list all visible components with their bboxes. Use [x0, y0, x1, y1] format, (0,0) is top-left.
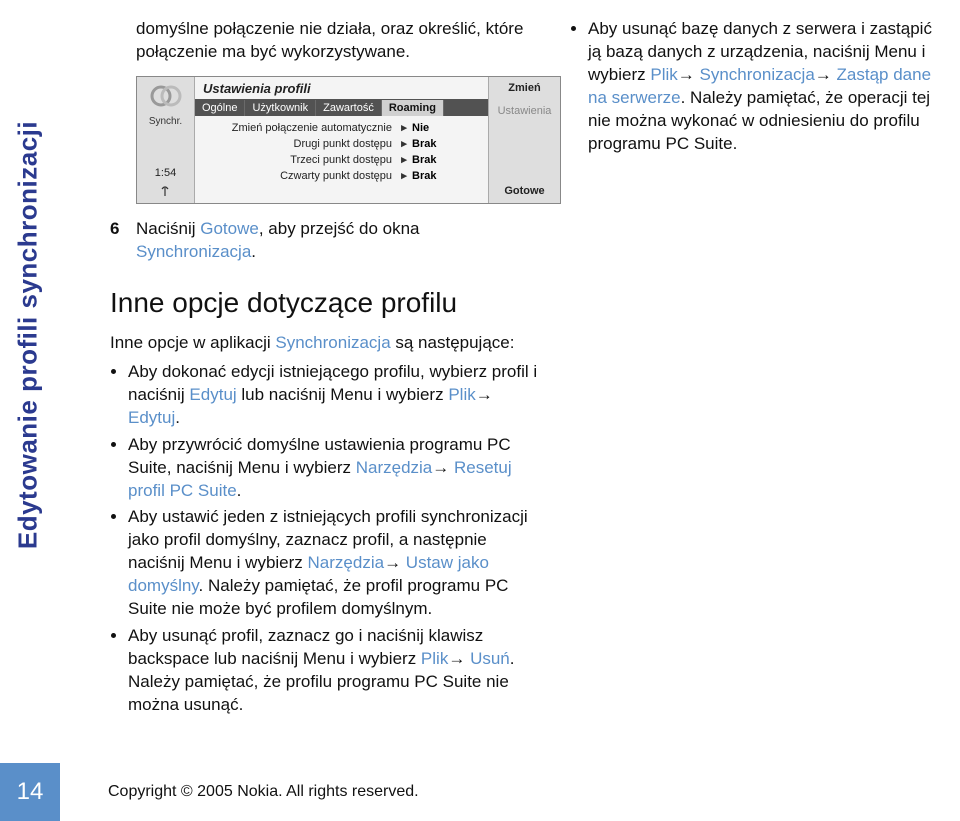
step-6: 6 Naciśnij Gotowe, aby przejść do okna S…	[110, 218, 540, 264]
side-section-title: Edytowanie profili synchronizacji	[8, 10, 48, 660]
ss-left-panel: Synchr. 1:54	[137, 77, 195, 203]
sync-icon	[147, 81, 185, 111]
side-section-title-text: Edytowanie profili synchronizacji	[13, 121, 44, 549]
triangle-right-icon: ▸	[398, 169, 410, 184]
ss-tab-zawartosc[interactable]: Zawartość	[316, 100, 382, 117]
ss-window-title: Ustawienia profili	[195, 77, 488, 100]
ss-tab-roaming[interactable]: Roaming	[382, 100, 444, 117]
ss-clock-text: 1:54	[155, 166, 176, 181]
ss-row: Zmień połączenie automatycznie ▸ Nie	[203, 120, 480, 136]
step-number: 6	[110, 218, 124, 264]
copyright-text: Copyright © 2005 Nokia. All rights reser…	[60, 783, 419, 801]
bullet-list-left: Aby dokonać edycji istniejącego profilu,…	[110, 361, 540, 717]
page-number: 14	[0, 763, 60, 821]
ss-right-panel: Zmień Ustawienia Gotowe	[488, 77, 560, 203]
section-intro: Inne opcje w aplikacji Synchronizacja są…	[110, 332, 540, 355]
triangle-right-icon: ▸	[398, 153, 410, 168]
ss-app-label: Synchr.	[149, 115, 182, 129]
triangle-right-icon: ▸	[398, 137, 410, 152]
list-item: Aby przywrócić domyślne ustawienia progr…	[128, 434, 540, 503]
ss-tabs: Ogólne Użytkownik Zawartość Roaming	[195, 99, 488, 116]
triangle-right-icon: ▸	[398, 121, 410, 136]
ss-row: Trzeci punkt dostępu ▸ Brak	[203, 152, 480, 168]
embedded-screenshot: Synchr. 1:54 Ustawienia profili Ogólne U…	[136, 76, 561, 204]
ss-settings-grid: Zmień połączenie automatycznie ▸ Nie Dru…	[195, 116, 488, 192]
bullet-list-right: Aby usunąć bazę danych z serwera i zastą…	[570, 18, 940, 156]
ss-row: Czwarty punkt dostępu ▸ Brak	[203, 168, 480, 184]
ss-status-area: 1:54	[155, 166, 176, 203]
intro-paragraph: domyślne połączenie nie działa, oraz okr…	[136, 18, 540, 64]
list-item: Aby ustawić jeden z istniejących profili…	[128, 506, 540, 621]
ss-row: Drugi punkt dostępu ▸ Brak	[203, 136, 480, 152]
section-heading: Inne opcje dotyczące profilu	[110, 284, 540, 322]
list-item: Aby usunąć bazę danych z serwera i zastą…	[588, 18, 940, 156]
list-item: Aby dokonać edycji istniejącego profilu,…	[128, 361, 540, 430]
page-footer: 14 Copyright © 2005 Nokia. All rights re…	[0, 763, 960, 821]
ss-btn-gotowe[interactable]: Gotowe	[489, 180, 560, 203]
ss-tab-uzytkownik[interactable]: Użytkownik	[245, 100, 316, 117]
ss-tab-ogolne[interactable]: Ogólne	[195, 100, 245, 117]
list-item: Aby usunąć profil, zaznacz go i naciśnij…	[128, 625, 540, 717]
ss-btn-ustawienia[interactable]: Ustawienia	[489, 100, 560, 123]
antenna-icon	[159, 185, 171, 197]
ss-btn-zmien[interactable]: Zmień	[489, 77, 560, 100]
step-text: Naciśnij Gotowe, aby przejść do okna Syn…	[136, 218, 540, 264]
